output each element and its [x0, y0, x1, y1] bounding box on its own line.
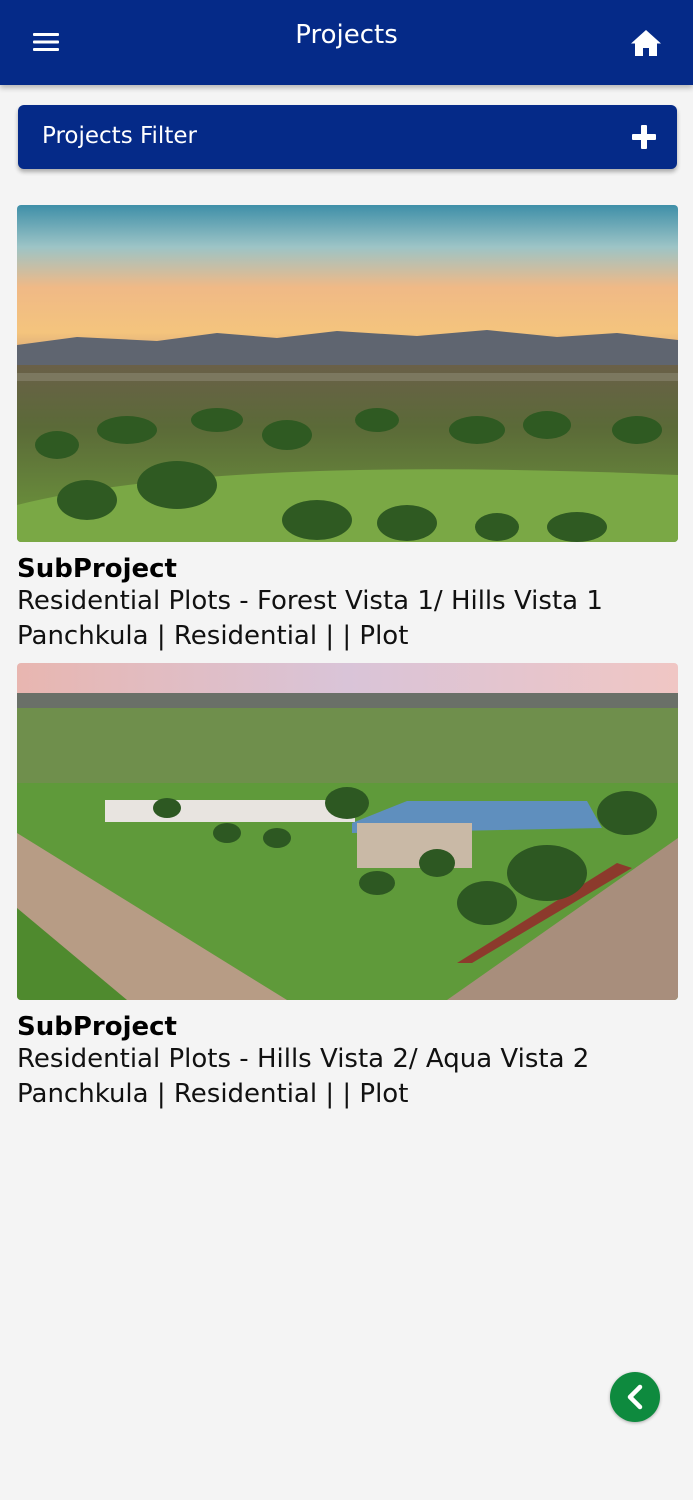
project-type-label: SubProject: [17, 554, 177, 584]
plus-icon: [632, 125, 656, 149]
project-image-sunset-landscape: [17, 205, 678, 542]
project-card[interactable]: SubProject Residential Plots - Forest Vi…: [17, 205, 678, 654]
project-name: Residential Plots - Forest Vista 1/ Hill…: [17, 586, 603, 616]
projects-filter-label: Projects Filter: [42, 123, 197, 149]
project-details: Panchkula | Residential | | Plot: [17, 621, 409, 651]
home-button[interactable]: [625, 24, 667, 62]
projects-filter-toggle[interactable]: Projects Filter: [18, 105, 677, 169]
back-button[interactable]: [610, 1372, 660, 1422]
project-card[interactable]: SubProject Residential Plots - Hills Vis…: [17, 663, 678, 1112]
project-details: Panchkula | Residential | | Plot: [17, 1079, 409, 1109]
home-icon: [631, 30, 661, 56]
project-image-aerial-site: [17, 663, 678, 1000]
project-name: Residential Plots - Hills Vista 2/ Aqua …: [17, 1044, 590, 1074]
app-bar: Projects: [0, 0, 693, 85]
chevron-left-icon: [627, 1384, 643, 1410]
project-type-label: SubProject: [17, 1012, 177, 1042]
page-title: Projects: [295, 20, 398, 50]
